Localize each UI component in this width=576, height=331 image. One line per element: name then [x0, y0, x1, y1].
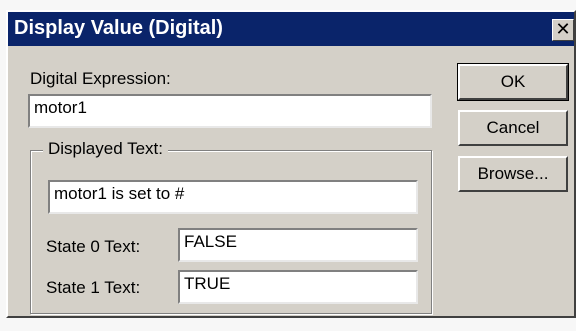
- displayed-text-group-label: Displayed Text:: [43, 139, 168, 159]
- cancel-button[interactable]: Cancel: [458, 110, 568, 146]
- close-icon[interactable]: ✕: [552, 19, 574, 41]
- window-title: Display Value (Digital): [14, 17, 223, 39]
- state0-text-label: State 0 Text:: [46, 237, 141, 256]
- state1-text-input[interactable]: TRUE: [178, 270, 418, 304]
- state0-text-input[interactable]: FALSE: [178, 228, 418, 262]
- display-value-dialog: Display Value (Digital) ✕ Digital Expres…: [6, 10, 576, 318]
- state1-text-label: State 1 Text:: [46, 278, 141, 297]
- digital-expression-label: Digital Expression:: [30, 69, 171, 88]
- digital-expression-input[interactable]: motor1: [28, 94, 432, 128]
- browse-button[interactable]: Browse...: [458, 156, 568, 192]
- title-bar[interactable]: Display Value (Digital) ✕: [8, 12, 574, 46]
- displayed-text-input[interactable]: motor1 is set to #: [48, 180, 418, 214]
- ok-button[interactable]: OK: [457, 63, 569, 101]
